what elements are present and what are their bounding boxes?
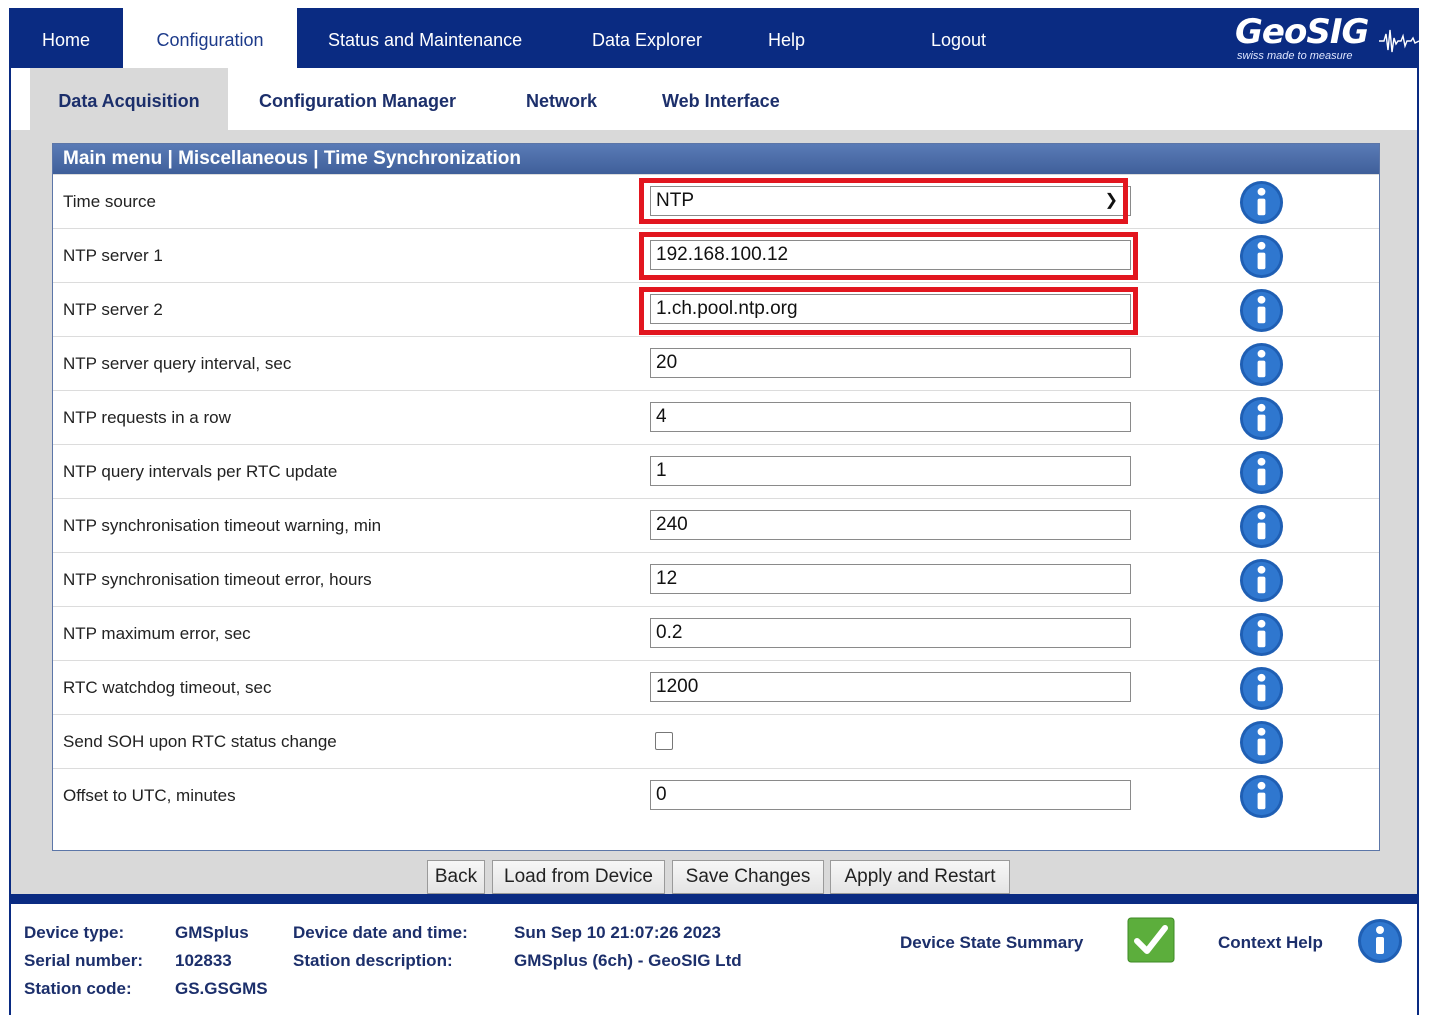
logo-name: GeoSIG (1235, 12, 1369, 52)
row-time-source: Time source NTP ❯ (53, 174, 1379, 229)
label-offset-utc: Offset to UTC, minutes (63, 786, 236, 805)
timeout-warning-input[interactable] (650, 510, 1131, 540)
nav-status-maintenance[interactable]: Status and Maintenance (328, 8, 522, 68)
row-intervals-per-rtc: NTP query intervals per RTC update (53, 444, 1379, 499)
device-type-value: GMSplus (175, 923, 249, 942)
logo-tagline: swiss made to measure (1237, 50, 1353, 62)
sub-nav: Data Acquisition Configuration Manager N… (11, 68, 1417, 130)
info-icon[interactable] (1239, 558, 1284, 603)
row-ntp-server-1: NTP server 1 (53, 228, 1379, 283)
info-icon[interactable] (1239, 504, 1284, 549)
label-timeout-warning: NTP synchronisation timeout warning, min (63, 516, 382, 535)
subtab-data-acquisition[interactable]: Data Acquisition (30, 68, 228, 130)
info-icon[interactable] (1239, 396, 1284, 441)
row-offset-utc: Offset to UTC, minutes (53, 768, 1379, 823)
top-nav: Home Configuration Status and Maintenanc… (9, 8, 1419, 70)
content-area: Data Acquisition Configuration Manager N… (11, 68, 1417, 894)
row-query-interval: NTP server query interval, sec (53, 336, 1379, 391)
nav-logout[interactable]: Logout (931, 8, 986, 68)
timeout-error-input[interactable] (650, 564, 1131, 594)
settings-panel: Main menu | Miscellaneous | Time Synchro… (52, 143, 1380, 851)
row-rtc-watchdog: RTC watchdog timeout, sec (53, 660, 1379, 715)
back-button[interactable]: Back (427, 860, 485, 894)
label-query-interval: NTP server query interval, sec (63, 354, 292, 373)
label-rtc-watchdog: RTC watchdog timeout, sec (63, 678, 272, 697)
chevron-down-icon: ❯ (1104, 192, 1118, 209)
row-timeout-error: NTP synchronisation timeout error, hours (53, 552, 1379, 607)
time-source-select[interactable]: NTP ❯ (650, 186, 1131, 216)
label-intervals-per-rtc: NTP query intervals per RTC update (63, 462, 338, 481)
row-timeout-warning: NTP synchronisation timeout warning, min (53, 498, 1379, 553)
station-code-value: GS.GSGMS (175, 979, 268, 998)
requests-in-row-input[interactable] (650, 402, 1131, 432)
row-requests-in-row: NTP requests in a row (53, 390, 1379, 445)
row-send-soh: Send SOH upon RTC status change (53, 714, 1379, 769)
label-max-error: NTP maximum error, sec (63, 624, 251, 643)
row-max-error: NTP maximum error, sec (53, 606, 1379, 661)
device-type-label: Device type: (24, 923, 125, 942)
info-icon[interactable] (1239, 450, 1284, 495)
subtab-web-interface[interactable]: Web Interface (662, 68, 780, 130)
device-datetime-label: Device date and time: (293, 923, 468, 942)
label-requests-in-row: NTP requests in a row (63, 408, 231, 427)
ntp-server-1-input[interactable] (650, 240, 1131, 270)
load-from-device-button[interactable]: Load from Device (492, 860, 665, 894)
label-ntp-server-2: NTP server 2 (63, 300, 163, 319)
serial-number-label: Serial number: (24, 951, 144, 970)
breadcrumb-text: Main menu | Miscellaneous | Time Synchro… (63, 148, 521, 169)
station-description-label: Station description: (293, 951, 453, 970)
nav-configuration[interactable]: Configuration (123, 8, 297, 70)
apply-and-restart-button[interactable]: Apply and Restart (830, 860, 1010, 894)
info-icon[interactable] (1239, 666, 1284, 711)
label-ntp-server-1: NTP server 1 (63, 246, 163, 265)
station-description-value: GMSplus (6ch) - GeoSIG Ltd (514, 951, 742, 970)
nav-help[interactable]: Help (768, 8, 805, 68)
device-state-summary-link[interactable]: Device State Summary (900, 933, 1083, 953)
info-icon[interactable] (1239, 180, 1284, 225)
status-footer: Device type: GMSplus Serial number: 1028… (11, 904, 1417, 1015)
time-source-value: NTP (656, 190, 694, 211)
rtc-watchdog-input[interactable] (650, 672, 1131, 702)
serial-number-value: 102833 (175, 951, 232, 970)
info-icon[interactable] (1239, 720, 1284, 765)
context-help-info-icon[interactable] (1357, 918, 1403, 964)
seismogram-icon (1379, 29, 1419, 53)
nav-data-explorer[interactable]: Data Explorer (592, 8, 702, 68)
check-ok-icon[interactable] (1127, 917, 1175, 963)
breadcrumb: Main menu | Miscellaneous | Time Synchro… (53, 144, 1379, 174)
context-help-link[interactable]: Context Help (1218, 933, 1323, 953)
subtab-network[interactable]: Network (526, 68, 597, 130)
info-icon[interactable] (1239, 774, 1284, 819)
query-interval-input[interactable] (650, 348, 1131, 378)
info-icon[interactable] (1239, 612, 1284, 657)
row-ntp-server-2: NTP server 2 (53, 282, 1379, 337)
info-icon[interactable] (1239, 234, 1284, 279)
send-soh-checkbox[interactable] (655, 732, 673, 750)
app-frame: Home Configuration Status and Maintenanc… (9, 8, 1419, 1015)
info-icon[interactable] (1239, 342, 1284, 387)
info-icon[interactable] (1239, 288, 1284, 333)
label-timeout-error: NTP synchronisation timeout error, hours (63, 570, 372, 589)
max-error-input[interactable] (650, 618, 1131, 648)
label-time-source: Time source (63, 192, 156, 211)
station-code-label: Station code: (24, 979, 132, 998)
label-send-soh: Send SOH upon RTC status change (63, 732, 337, 751)
geosig-logo: GeoSIG swiss made to measure (1235, 12, 1419, 64)
intervals-per-rtc-input[interactable] (650, 456, 1131, 486)
offset-utc-input[interactable] (650, 780, 1131, 810)
nav-home[interactable]: Home (42, 8, 90, 68)
ntp-server-2-input[interactable] (650, 294, 1131, 324)
subtab-configuration-manager[interactable]: Configuration Manager (259, 68, 456, 130)
save-changes-button[interactable]: Save Changes (672, 860, 824, 894)
device-datetime-value: Sun Sep 10 21:07:26 2023 (514, 923, 721, 942)
